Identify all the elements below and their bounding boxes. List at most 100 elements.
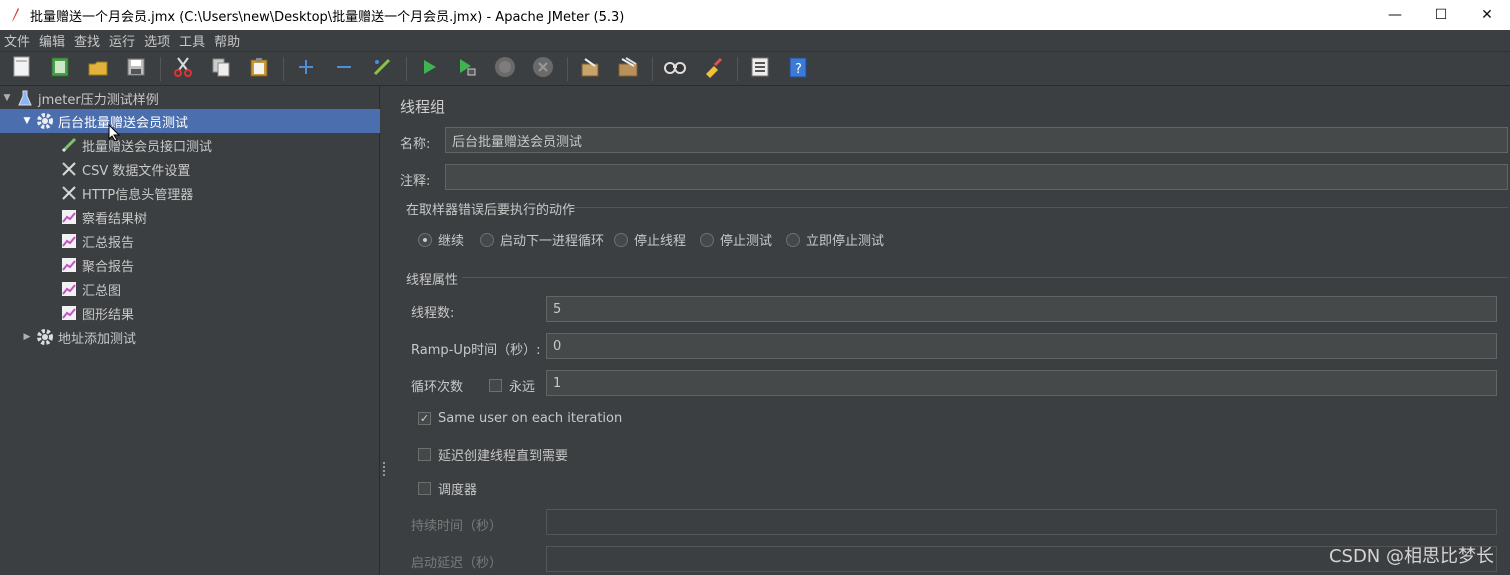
tree-node-view-results-tree[interactable]: 察看结果树 xyxy=(58,205,147,229)
startup-delay-label: 启动延迟（秒） xyxy=(411,556,503,571)
radio-continue[interactable]: 继续 xyxy=(418,230,464,249)
forever-checkbox[interactable]: 永远 xyxy=(489,376,535,395)
start-button[interactable] xyxy=(415,55,443,83)
group-divider xyxy=(568,207,1508,208)
stop-icon xyxy=(494,56,516,82)
chevron-down-icon[interactable]: ▼ xyxy=(20,116,34,126)
close-button[interactable]: ✕ xyxy=(1464,0,1510,30)
toolbar-separator xyxy=(283,56,284,81)
tree-node-label: 察看结果树 xyxy=(82,211,148,227)
tree-node-test-plan[interactable]: ▼ jmeter压力测试样例 xyxy=(0,86,380,110)
radio-stop-test[interactable]: 停止测试 xyxy=(700,230,772,249)
menu-tools[interactable]: 工具 xyxy=(175,31,210,50)
menu-options[interactable]: 选项 xyxy=(140,31,175,50)
loop-count-label: 循环次数 xyxy=(411,380,464,395)
radio-start-next-loop[interactable]: 启动下一进程循环 xyxy=(480,230,604,249)
new-icon xyxy=(12,56,32,82)
same-user-checkbox[interactable]: ✓ Same user on each iteration xyxy=(418,411,622,426)
clear-icon xyxy=(579,56,601,82)
expand-all-button[interactable] xyxy=(292,55,320,83)
tree-node-sampler[interactable]: 批量赠送会员接口测试 xyxy=(58,133,212,157)
open-button[interactable] xyxy=(84,55,112,83)
menu-edit[interactable]: 编辑 xyxy=(35,31,70,50)
radio-button[interactable] xyxy=(700,232,714,247)
checkbox[interactable]: ✓ xyxy=(418,412,431,425)
thread-props-group-title: 线程属性 xyxy=(406,273,459,288)
menu-search[interactable]: 查找 xyxy=(70,31,105,50)
tree-node-label: 后台批量赠送会员测试 xyxy=(58,115,189,131)
rampup-field[interactable]: 0 xyxy=(546,333,1497,359)
search-icon xyxy=(663,57,687,81)
checkbox[interactable] xyxy=(418,448,431,461)
rampup-label: Ramp-Up时间（秒）: xyxy=(411,343,541,358)
checkbox-label: 调度器 xyxy=(438,483,478,498)
name-field[interactable]: 后台批量赠送会员测试 xyxy=(445,127,1508,153)
drag-handle-icon[interactable] xyxy=(383,462,385,476)
radio-label: 立即停止测试 xyxy=(806,234,885,249)
threads-field[interactable]: 5 xyxy=(546,296,1497,322)
tree-node-graph-results[interactable]: 图形结果 xyxy=(58,301,134,325)
function-helper-button[interactable] xyxy=(746,55,774,83)
maximize-button[interactable]: ☐ xyxy=(1418,0,1464,30)
menu-bar: 文件 编辑 查找 运行 选项 工具 帮助 xyxy=(0,30,1510,52)
collapse-all-button[interactable] xyxy=(330,55,358,83)
cut-button[interactable] xyxy=(169,55,197,83)
loop-count-field[interactable]: 1 xyxy=(546,370,1497,396)
start-no-pause-icon xyxy=(457,57,477,81)
scheduler-checkbox[interactable]: 调度器 xyxy=(418,479,477,498)
tree-node-thread-group[interactable]: ▼ 后台批量赠送会员测试 xyxy=(0,109,380,133)
start-no-pauses-button[interactable] xyxy=(453,55,481,83)
tree-node-label: 图形结果 xyxy=(82,307,135,323)
copy-button[interactable] xyxy=(207,55,235,83)
menu-file[interactable]: 文件 xyxy=(0,31,35,50)
split-pane-divider[interactable] xyxy=(380,86,388,575)
tree-node-label: 汇总报告 xyxy=(82,235,135,251)
window-title: 批量赠送一个月会员.jmx (C:\Users\new\Desktop\批量赠送… xyxy=(30,9,625,25)
checkbox[interactable] xyxy=(418,482,431,495)
minimize-button[interactable]: — xyxy=(1372,0,1418,30)
comment-field[interactable] xyxy=(445,164,1508,190)
checkbox[interactable] xyxy=(489,379,502,392)
start-icon xyxy=(420,58,438,80)
duration-field xyxy=(546,509,1497,535)
radio-button[interactable] xyxy=(614,232,628,247)
help-button[interactable]: ? xyxy=(784,55,812,83)
tree-node-thread-group-2[interactable]: ▶ 地址添加测试 xyxy=(20,325,136,349)
chevron-down-icon[interactable]: ▼ xyxy=(0,93,14,103)
shutdown-button[interactable] xyxy=(529,55,557,83)
pencil-icon xyxy=(60,136,78,154)
search-button[interactable] xyxy=(661,55,689,83)
radio-button[interactable] xyxy=(480,232,494,247)
templates-icon xyxy=(49,56,71,82)
paste-button[interactable] xyxy=(245,55,273,83)
menu-help[interactable]: 帮助 xyxy=(210,31,245,50)
gear-icon xyxy=(36,112,54,130)
tree-node-summary-report[interactable]: 汇总报告 xyxy=(58,229,134,253)
wrench-scissors-icon xyxy=(60,184,78,202)
toggle-icon xyxy=(371,56,393,82)
tree-node-csv-config[interactable]: CSV 数据文件设置 xyxy=(58,157,190,181)
radio-label: 停止测试 xyxy=(720,234,773,249)
radio-button[interactable] xyxy=(786,232,800,247)
menu-run[interactable]: 运行 xyxy=(105,31,140,50)
toggle-button[interactable] xyxy=(368,55,396,83)
cut-icon xyxy=(172,56,194,82)
reset-search-button[interactable] xyxy=(699,55,727,83)
save-button[interactable] xyxy=(122,55,150,83)
stop-button[interactable] xyxy=(491,55,519,83)
tree-node-aggregate-report[interactable]: 聚合报告 xyxy=(58,253,134,277)
new-button[interactable] xyxy=(8,55,36,83)
radio-stop-test-now[interactable]: 立即停止测试 xyxy=(786,230,884,249)
paste-icon xyxy=(248,56,270,82)
delay-thread-creation-checkbox[interactable]: 延迟创建线程直到需要 xyxy=(418,445,568,464)
listener-graph-icon xyxy=(60,304,78,322)
tree-node-header-manager[interactable]: HTTP信息头管理器 xyxy=(58,181,193,205)
radio-button[interactable] xyxy=(418,232,432,247)
chevron-right-icon[interactable]: ▶ xyxy=(20,332,34,342)
clear-button[interactable] xyxy=(576,55,604,83)
listener-graph-icon xyxy=(60,256,78,274)
clear-all-button[interactable] xyxy=(614,55,642,83)
templates-button[interactable] xyxy=(46,55,74,83)
radio-stop-thread[interactable]: 停止线程 xyxy=(614,230,686,249)
tree-node-summary-graph[interactable]: 汇总图 xyxy=(58,277,121,301)
